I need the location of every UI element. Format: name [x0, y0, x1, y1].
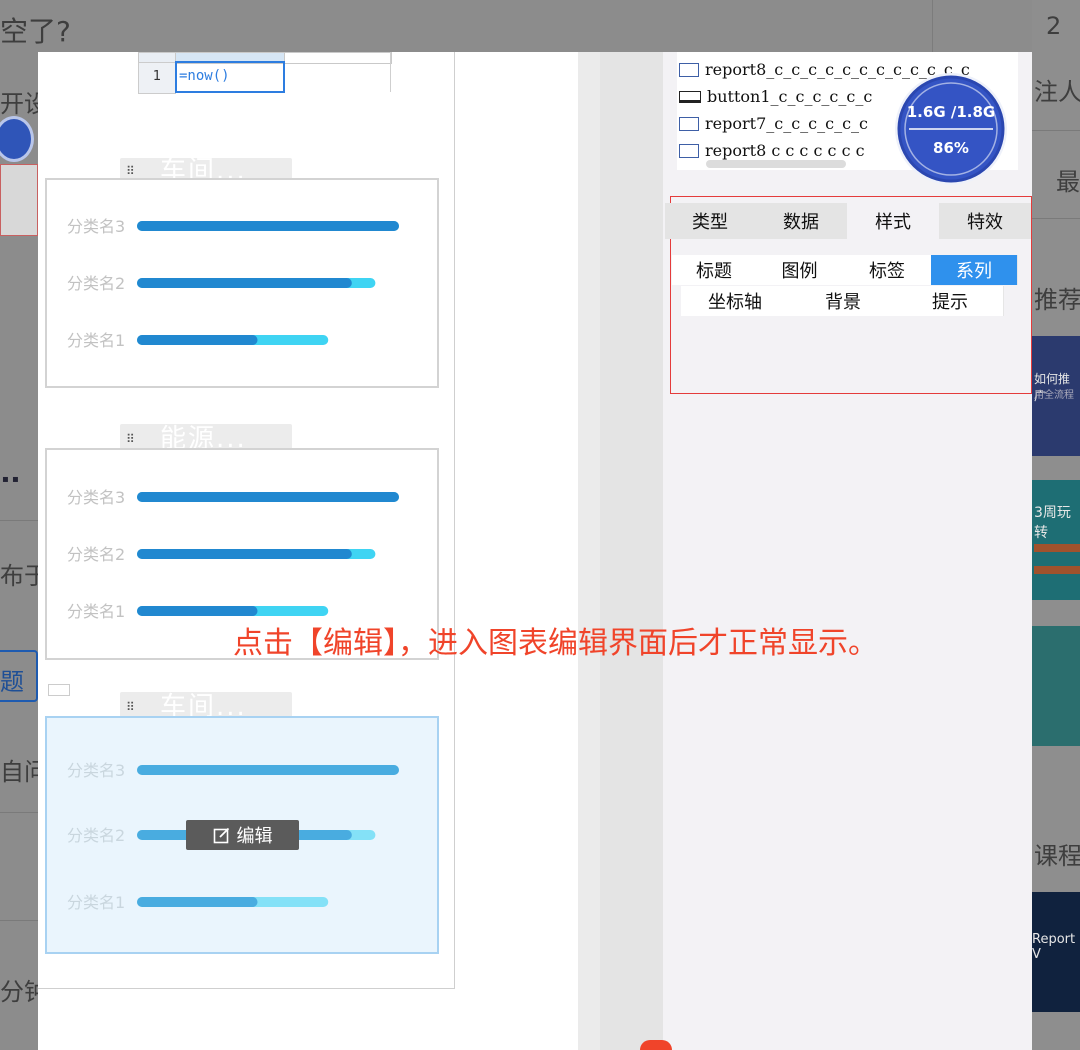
memory-percent-text: 86% — [933, 139, 969, 157]
arrow-fragment — [640, 1040, 672, 1050]
bg-promo-text: Report V — [1032, 932, 1076, 962]
bar-dark — [137, 549, 352, 559]
edit-icon — [213, 827, 229, 844]
style-tab-background[interactable]: 背景 — [789, 286, 898, 316]
bg-promo-bar — [1034, 566, 1080, 574]
component-item[interactable]: report7_c_c_c_c_c_c — [679, 114, 868, 133]
style-tab-label[interactable]: 标签 — [843, 255, 932, 285]
button-icon — [679, 90, 701, 103]
bg-title: 空了? — [0, 15, 71, 48]
splitter-handle[interactable] — [600, 52, 663, 1050]
memory-usage-text: 1.6G /1.8G — [906, 103, 996, 121]
category-label: 分类名3 — [67, 761, 125, 780]
bar-dark — [137, 492, 399, 502]
category-label: 分类名1 — [67, 602, 125, 621]
category-label: 分类名3 — [67, 217, 125, 236]
bg-fragment: 课程 — [1034, 842, 1080, 870]
sheet-row-number[interactable]: 1 — [138, 62, 176, 94]
category-label: 分类名1 — [67, 331, 125, 350]
style-tab-series[interactable]: 系列 — [931, 255, 1018, 285]
checkbox-icon[interactable] — [679, 62, 699, 77]
bar-dark — [137, 335, 258, 345]
style-tab-axis[interactable]: 坐标轴 — [681, 286, 790, 316]
bar-dark — [137, 221, 399, 231]
bg-divider — [932, 0, 933, 52]
bg-fragment: 注人 — [1034, 78, 1080, 106]
bg-divider — [1032, 218, 1080, 219]
checkbox-icon[interactable] — [679, 116, 699, 131]
bg-fragment: 推荐 — [1034, 286, 1080, 314]
bg-thumbnail — [0, 164, 38, 236]
bg-badge-icon — [0, 116, 34, 162]
bar-chart: 分类名3 分类名2 分类名1 — [67, 217, 399, 350]
sheet-cell-formula[interactable]: =now() — [175, 61, 285, 93]
bar-dark — [137, 897, 258, 907]
bg-divider — [0, 920, 38, 921]
bg-promo-card: 如何推广 用全流程 — [1032, 336, 1080, 456]
canvas-blank-area — [455, 52, 578, 1050]
style-tab-tooltip[interactable]: 提示 — [897, 286, 1004, 316]
grip-icon[interactable]: ⠿ — [126, 432, 135, 446]
category-label: 分类名2 — [67, 274, 125, 293]
small-handle[interactable] — [48, 684, 70, 696]
memory-usage-badge[interactable]: 1.6G /1.8G 86% — [890, 70, 1012, 188]
sheet-grid-line — [390, 52, 391, 92]
annotation-note: 点击【编辑】，进入图表编辑界面后才正常显示。 — [233, 626, 878, 661]
bg-promo-card: Report V — [1032, 892, 1080, 1012]
bg-promo-text: 用全流程 — [1034, 390, 1074, 401]
memory-gauge-icon — [895, 73, 1007, 185]
bar-dark — [137, 606, 258, 616]
category-label: 分类名3 — [67, 488, 125, 507]
grip-icon[interactable]: ⠿ — [126, 700, 135, 714]
component-item[interactable]: button1_c_c_c_c_c_c — [679, 87, 872, 106]
bg-fragment: 最 — [1056, 168, 1080, 196]
category-label: 分类名2 — [67, 826, 125, 845]
bg-divider — [0, 812, 38, 813]
bar-dark — [137, 278, 352, 288]
grip-icon[interactable]: ⠿ — [126, 164, 135, 178]
bg-promo-bar — [1034, 544, 1080, 552]
bg-promo-card: 3周玩转 — [1032, 480, 1080, 600]
edit-chart-button[interactable]: 编辑 — [186, 820, 299, 850]
sheet-column-header[interactable] — [284, 52, 392, 64]
component-label: report8 c c c c c c c — [705, 141, 865, 160]
category-label: 分类名1 — [67, 893, 125, 912]
category-label: 分类名2 — [67, 545, 125, 564]
checkbox-icon[interactable] — [679, 143, 699, 158]
style-tab-title[interactable]: 标题 — [672, 255, 757, 285]
tab-style[interactable]: 样式 — [847, 203, 939, 239]
list-scrollbar[interactable] — [706, 160, 846, 168]
tab-type[interactable]: 类型 — [665, 203, 755, 239]
component-item[interactable]: report8 c c c c c c c — [679, 141, 865, 160]
style-tab-legend[interactable]: 图例 — [756, 255, 844, 285]
bg-divider — [0, 520, 38, 521]
edit-button-label: 编辑 — [236, 826, 273, 847]
bg-promo-text: 3周玩转 — [1034, 505, 1071, 541]
bg-divider — [1032, 130, 1080, 131]
tab-data[interactable]: 数据 — [755, 203, 847, 239]
tab-effect[interactable]: 特效 — [939, 203, 1031, 239]
bar-dark — [137, 765, 399, 775]
bg-number: 2 — [1046, 12, 1062, 40]
component-label: report7_c_c_c_c_c_c — [705, 114, 869, 133]
bg-fragment: 题 — [0, 668, 24, 696]
component-label: button1_c_c_c_c_c_c — [707, 87, 873, 106]
bg-promo-card — [1032, 626, 1080, 746]
bg-small-icons: ▪ ▪ — [2, 474, 19, 485]
